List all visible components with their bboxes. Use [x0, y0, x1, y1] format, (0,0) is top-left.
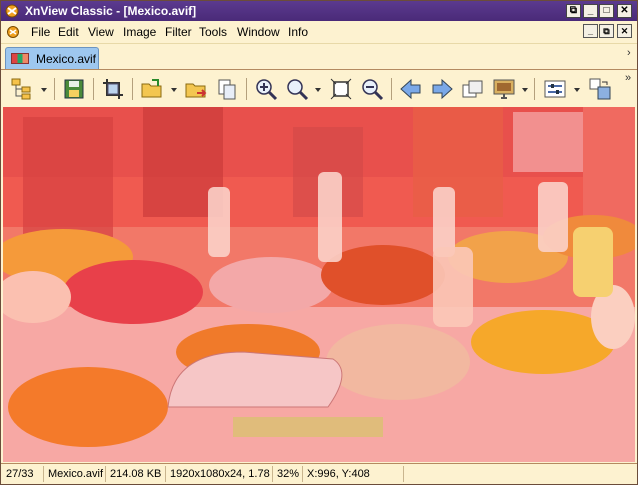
tab-scroll-icon[interactable]: ›	[627, 47, 631, 59]
toolbar-separator	[132, 78, 133, 100]
mdi-restore-icon[interactable]: ⧉	[599, 24, 614, 38]
status-index: 27/33	[3, 466, 44, 482]
close-icon[interactable]: ✕	[617, 4, 632, 18]
toolbar-separator	[391, 78, 392, 100]
status-bar: 27/33 Mexico.avif 214.08 KB 1920x1080x24…	[1, 463, 637, 484]
mdi-close-icon[interactable]: ✕	[617, 24, 632, 38]
zoom-icon[interactable]	[284, 76, 310, 102]
open-icon[interactable]	[139, 76, 165, 102]
menu-filter[interactable]: Filter	[165, 25, 192, 39]
menu-info[interactable]: Info	[288, 25, 308, 39]
copy-icon[interactable]	[214, 76, 240, 102]
status-filename: Mexico.avif	[45, 466, 106, 482]
previous-icon[interactable]	[398, 76, 424, 102]
tab-mexico[interactable]: Mexico.avif	[5, 47, 99, 69]
zoom-out-icon[interactable]	[359, 76, 385, 102]
minimize-icon[interactable]: _	[583, 4, 598, 18]
zoom-dropdown-icon[interactable]	[315, 88, 321, 92]
status-dimensions: 1920x1080x24, 1.78	[167, 466, 273, 482]
window-title: XnView Classic - [Mexico.avif]	[25, 4, 197, 18]
toolbar: »	[1, 69, 637, 108]
restore-icon[interactable]: ⧉	[566, 4, 581, 18]
toolbar-separator	[534, 78, 535, 100]
move-icon[interactable]	[183, 76, 209, 102]
monitor-icon[interactable]	[491, 76, 517, 102]
open-dropdown-icon[interactable]	[171, 88, 177, 92]
crop-icon[interactable]	[100, 76, 126, 102]
image-view[interactable]	[3, 107, 635, 462]
status-empty	[405, 466, 635, 482]
app-menu-icon[interactable]	[6, 25, 20, 39]
image-file-icon	[11, 53, 29, 64]
menu-view[interactable]: View	[88, 25, 114, 39]
settings-dropdown-icon[interactable]	[574, 88, 580, 92]
convert-icon[interactable]	[587, 76, 613, 102]
toolbar-separator	[246, 78, 247, 100]
menu-bar: File Edit View Image Filter Tools Window…	[1, 22, 637, 42]
tab-label: Mexico.avif	[36, 52, 97, 66]
browser-tree-icon[interactable]	[9, 76, 35, 102]
mdi-minimize-icon[interactable]: _	[583, 24, 598, 38]
toolbar-separator	[93, 78, 94, 100]
tab-bar: Mexico.avif ›	[1, 43, 637, 70]
status-coords: X:996, Y:408	[304, 466, 404, 482]
status-zoom: 32%	[274, 466, 303, 482]
menu-window[interactable]: Window	[237, 25, 280, 39]
status-filesize: 214.08 KB	[107, 466, 166, 482]
browser-dropdown-icon[interactable]	[41, 88, 47, 92]
app-window: XnView Classic - [Mexico.avif] ⧉ _ □ ✕ F…	[0, 0, 638, 485]
menu-image[interactable]: Image	[123, 25, 156, 39]
menu-edit[interactable]: Edit	[58, 25, 79, 39]
maximize-icon[interactable]: □	[599, 4, 614, 18]
fit-screen-icon[interactable]	[328, 76, 354, 102]
zoom-in-icon[interactable]	[253, 76, 279, 102]
market-photo	[3, 107, 635, 462]
toolbar-separator	[54, 78, 55, 100]
toolbar-more-icon[interactable]: »	[625, 72, 631, 84]
menu-tools[interactable]: Tools	[199, 25, 227, 39]
next-icon[interactable]	[429, 76, 455, 102]
xnview-logo-icon	[5, 4, 19, 18]
settings-icon[interactable]	[542, 76, 568, 102]
slideshow-icon[interactable]	[460, 76, 486, 102]
monitor-dropdown-icon[interactable]	[522, 88, 528, 92]
save-icon[interactable]	[61, 76, 87, 102]
title-bar[interactable]: XnView Classic - [Mexico.avif] ⧉ _ □ ✕	[1, 1, 637, 21]
menu-file[interactable]: File	[31, 25, 50, 39]
